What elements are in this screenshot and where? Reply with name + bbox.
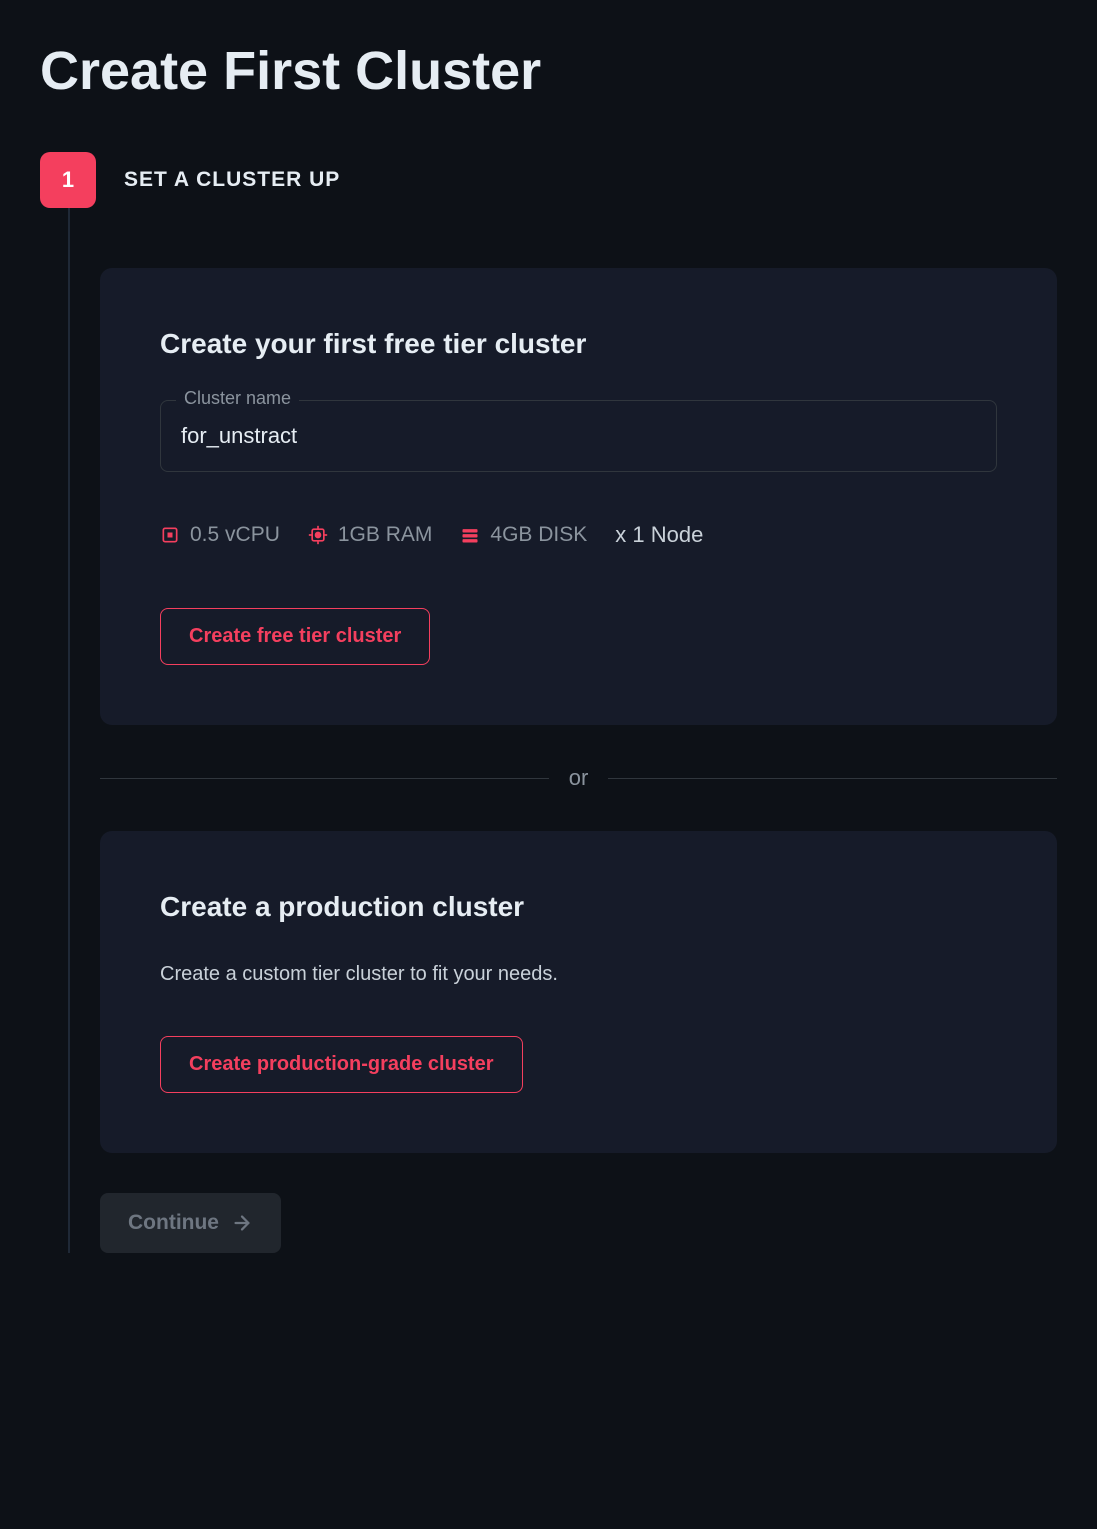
divider: or bbox=[100, 765, 1057, 791]
page-title: Create First Cluster bbox=[40, 40, 1057, 102]
ram-icon bbox=[308, 525, 328, 545]
disk-icon bbox=[460, 525, 480, 545]
spec-nodes: x 1 Node bbox=[615, 522, 703, 548]
continue-label: Continue bbox=[128, 1211, 219, 1235]
spec-disk: 4GB DISK bbox=[460, 523, 587, 547]
cluster-name-input[interactable] bbox=[160, 400, 997, 472]
spec-cpu-text: 0.5 vCPU bbox=[190, 523, 280, 547]
arrow-right-icon bbox=[231, 1212, 253, 1234]
step-number-badge: 1 bbox=[40, 152, 96, 208]
cpu-icon bbox=[160, 525, 180, 545]
production-card: Create a production cluster Create a cus… bbox=[100, 831, 1057, 1153]
create-production-button[interactable]: Create production-grade cluster bbox=[160, 1036, 523, 1093]
step-label: SET A CLUSTER UP bbox=[124, 168, 340, 192]
spec-ram: 1GB RAM bbox=[308, 523, 433, 547]
free-tier-card: Create your first free tier cluster Clus… bbox=[100, 268, 1057, 725]
spec-disk-text: 4GB DISK bbox=[490, 523, 587, 547]
production-title: Create a production cluster bbox=[160, 891, 997, 923]
spec-cpu: 0.5 vCPU bbox=[160, 523, 280, 547]
step-header: 1 SET A CLUSTER UP bbox=[40, 152, 1057, 208]
specs-row: 0.5 vCPU 1GB RAM 4GB DISK x 1 Node bbox=[160, 522, 997, 548]
cluster-name-input-wrapper: Cluster name bbox=[160, 400, 997, 472]
divider-line-left bbox=[100, 778, 549, 779]
create-free-tier-button[interactable]: Create free tier cluster bbox=[160, 608, 430, 665]
free-tier-title: Create your first free tier cluster bbox=[160, 328, 997, 360]
content-area: Create your first free tier cluster Clus… bbox=[100, 268, 1057, 1253]
production-subtitle: Create a custom tier cluster to fit your… bbox=[160, 963, 997, 986]
spec-ram-text: 1GB RAM bbox=[338, 523, 433, 547]
divider-text: or bbox=[549, 765, 609, 791]
continue-button[interactable]: Continue bbox=[100, 1193, 281, 1253]
cluster-name-label: Cluster name bbox=[176, 388, 299, 409]
divider-line-right bbox=[608, 778, 1057, 779]
